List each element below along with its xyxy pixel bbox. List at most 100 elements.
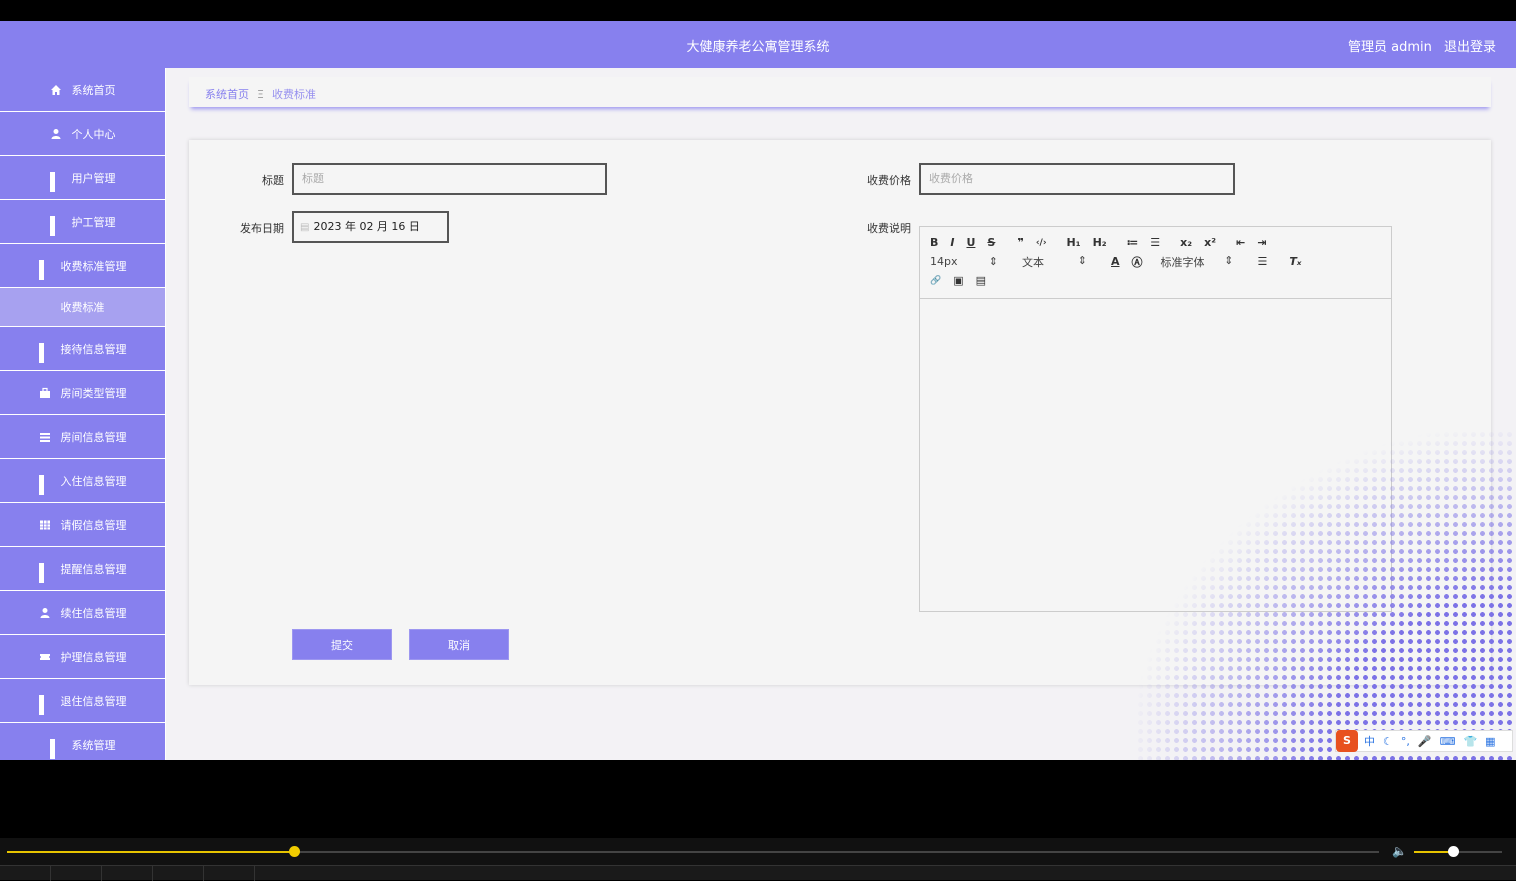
app-title: 大健康养老公寓管理系统 bbox=[686, 40, 830, 55]
ime-mic-icon[interactable]: 🎤 bbox=[1418, 735, 1432, 748]
ime-punct-icon[interactable]: °, bbox=[1401, 735, 1410, 748]
divider bbox=[152, 866, 153, 881]
sidebar-item-label: 入住信息管理 bbox=[60, 474, 127, 488]
sidebar-item-fee-standard-mgmt[interactable]: 收费标准管理 bbox=[0, 244, 166, 288]
image-icon[interactable]: ▣ bbox=[953, 274, 963, 287]
volume-handle[interactable] bbox=[1447, 846, 1459, 857]
subscript-button[interactable]: x₂ bbox=[1180, 236, 1192, 249]
sidebar-item-label: 接待信息管理 bbox=[60, 342, 127, 356]
superscript-button[interactable]: x² bbox=[1204, 236, 1216, 249]
font-color-icon[interactable]: A bbox=[1111, 255, 1120, 268]
font-size-select[interactable]: 14px ⇕ bbox=[930, 255, 1010, 268]
clear-format-icon[interactable]: Tₓ bbox=[1289, 255, 1301, 268]
italic-button[interactable]: I bbox=[950, 236, 954, 249]
toolbar-row-3: 🔗 ▣ ▤ bbox=[930, 271, 1381, 290]
divider bbox=[203, 866, 204, 881]
date-input[interactable]: ▤ 2023 年 02 月 16 日 bbox=[292, 211, 449, 243]
sidebar-item-nursing[interactable]: 护理信息管理 bbox=[0, 635, 166, 679]
price-placeholder: 收费价格 bbox=[929, 172, 973, 185]
sidebar-item-room-types[interactable]: 房间类型管理 bbox=[0, 371, 166, 415]
table-icon bbox=[39, 520, 50, 529]
sidebar-item-profile[interactable]: 个人中心 bbox=[0, 112, 166, 156]
grid-icon bbox=[38, 259, 51, 280]
calendar-icon: ▤ bbox=[300, 222, 310, 233]
divider bbox=[50, 866, 51, 881]
ticket-icon bbox=[39, 653, 50, 660]
top-header: 大健康养老公寓管理系统 管理员 admin 退出登录 bbox=[0, 21, 1516, 68]
toolbar-row-1: B I U S ❞ ‹/› H₁ H₂ ≔ ☰ x₂ x² ⇤ ⇥ bbox=[930, 233, 1381, 252]
ime-menu-icon[interactable]: ▦ bbox=[1485, 735, 1495, 748]
app-screen: 大健康养老公寓管理系统 管理员 admin 退出登录 系统首页 个人中心 用户管… bbox=[0, 21, 1516, 760]
volume-icon[interactable]: 🔈 bbox=[1392, 844, 1408, 858]
sidebar-item-home[interactable]: 系统首页 bbox=[0, 68, 166, 112]
sidebar-item-checkout[interactable]: 退住信息管理 bbox=[0, 679, 166, 723]
sidebar-item-users[interactable]: 用户管理 bbox=[0, 156, 166, 200]
font-family-select[interactable]: 标准字体 ⇕ bbox=[1161, 254, 1246, 270]
toolbar-row-2: 14px ⇕ 文本 ⇕ A Ⓐ 标准字体 ⇕ ☰ Tₓ bbox=[930, 252, 1381, 271]
ime-keyboard-icon[interactable]: ⌨ bbox=[1440, 735, 1456, 748]
sidebar-item-label: 系统管理 bbox=[71, 738, 116, 752]
seek-handle[interactable] bbox=[288, 846, 300, 857]
logout-link[interactable]: 退出登录 bbox=[1444, 40, 1496, 55]
font-family-value: 标准字体 bbox=[1160, 255, 1205, 269]
ime-moon-icon[interactable]: ☾ bbox=[1383, 735, 1393, 748]
video-icon[interactable]: ▤ bbox=[976, 274, 986, 287]
title-placeholder: 标题 bbox=[302, 172, 324, 185]
bullet-list-button[interactable]: ☰ bbox=[1150, 236, 1160, 249]
bold-button[interactable]: B bbox=[930, 236, 938, 249]
sidebar-item-checkin[interactable]: 入住信息管理 bbox=[0, 459, 166, 503]
underline-button[interactable]: U bbox=[966, 236, 975, 249]
outdent-button[interactable]: ⇤ bbox=[1236, 236, 1245, 249]
sidebar-item-label: 个人中心 bbox=[71, 127, 116, 141]
sidebar-item-label: 房间信息管理 bbox=[60, 430, 127, 444]
price-input[interactable]: 收费价格 bbox=[919, 163, 1235, 195]
ime-skin-icon[interactable]: 👕 bbox=[1463, 735, 1477, 748]
editor-toolbar: B I U S ❞ ‹/› H₁ H₂ ≔ ☰ x₂ x² ⇤ ⇥ 14px ⇕ bbox=[920, 227, 1391, 299]
grid-icon bbox=[49, 171, 62, 192]
title-input[interactable]: 标题 bbox=[292, 163, 607, 195]
chevron-updown-icon: ⇕ bbox=[988, 255, 998, 268]
breadcrumb-separator: Ξ bbox=[257, 88, 264, 101]
font-size-value: 14px bbox=[930, 255, 958, 268]
sidebar-item-label: 护工管理 bbox=[71, 215, 116, 229]
sidebar-item-label: 请假信息管理 bbox=[60, 518, 127, 532]
sidebar-item-caregivers[interactable]: 护工管理 bbox=[0, 200, 166, 244]
video-player-controls: 🔈 bbox=[0, 838, 1516, 881]
sidebar-item-rooms[interactable]: 房间信息管理 bbox=[0, 415, 166, 459]
cancel-button[interactable]: 取消 bbox=[409, 629, 509, 660]
sogou-logo-icon[interactable]: S bbox=[1336, 730, 1358, 752]
chevron-updown-icon: ⇕ bbox=[1077, 253, 1087, 267]
submit-button[interactable]: 提交 bbox=[292, 629, 392, 660]
sidebar-subitem-fee-standard[interactable]: 收费标准 bbox=[0, 288, 166, 327]
sidebar-item-reminders[interactable]: 提醒信息管理 bbox=[0, 547, 166, 591]
grid-icon bbox=[49, 215, 62, 236]
divider bbox=[101, 866, 102, 881]
sidebar-item-reception[interactable]: 接待信息管理 bbox=[0, 327, 166, 371]
briefcase-icon bbox=[39, 387, 50, 398]
h2-button[interactable]: H₂ bbox=[1093, 236, 1107, 249]
sidebar: 系统首页 个人中心 用户管理 护工管理 收费标准管理 收费标准 接待信息管理 房… bbox=[0, 68, 166, 760]
breadcrumb-home[interactable]: 系统首页 bbox=[205, 88, 249, 101]
background-color-icon[interactable]: Ⓐ bbox=[1132, 254, 1143, 270]
ime-chinese-mode[interactable]: 中 bbox=[1364, 733, 1375, 749]
h1-button[interactable]: H₁ bbox=[1067, 236, 1081, 249]
align-icon[interactable]: ☰ bbox=[1258, 255, 1268, 268]
quote-button[interactable]: ❞ bbox=[1017, 236, 1023, 249]
sidebar-item-system[interactable]: 系统管理 bbox=[0, 723, 166, 760]
text-style-select[interactable]: 文本 ⇕ bbox=[1022, 254, 1099, 270]
indent-button[interactable]: ⇥ bbox=[1257, 236, 1266, 249]
user-icon bbox=[40, 607, 49, 618]
date-value: 2023 年 02 月 16 日 bbox=[313, 220, 420, 233]
strike-button[interactable]: S bbox=[987, 236, 995, 249]
sidebar-item-leave[interactable]: 请假信息管理 bbox=[0, 503, 166, 547]
code-button[interactable]: ‹/› bbox=[1036, 238, 1047, 248]
grid-icon bbox=[38, 562, 51, 583]
sidebar-item-extend-stay[interactable]: 续住信息管理 bbox=[0, 591, 166, 635]
link-icon[interactable]: 🔗 bbox=[930, 276, 941, 286]
sidebar-item-label: 系统首页 bbox=[71, 83, 116, 97]
user-name: 管理员 admin bbox=[1347, 40, 1432, 55]
grid-icon bbox=[38, 342, 51, 363]
sidebar-item-label: 护理信息管理 bbox=[60, 650, 127, 664]
price-label: 收费价格 bbox=[867, 174, 911, 187]
ordered-list-button[interactable]: ≔ bbox=[1127, 236, 1139, 249]
